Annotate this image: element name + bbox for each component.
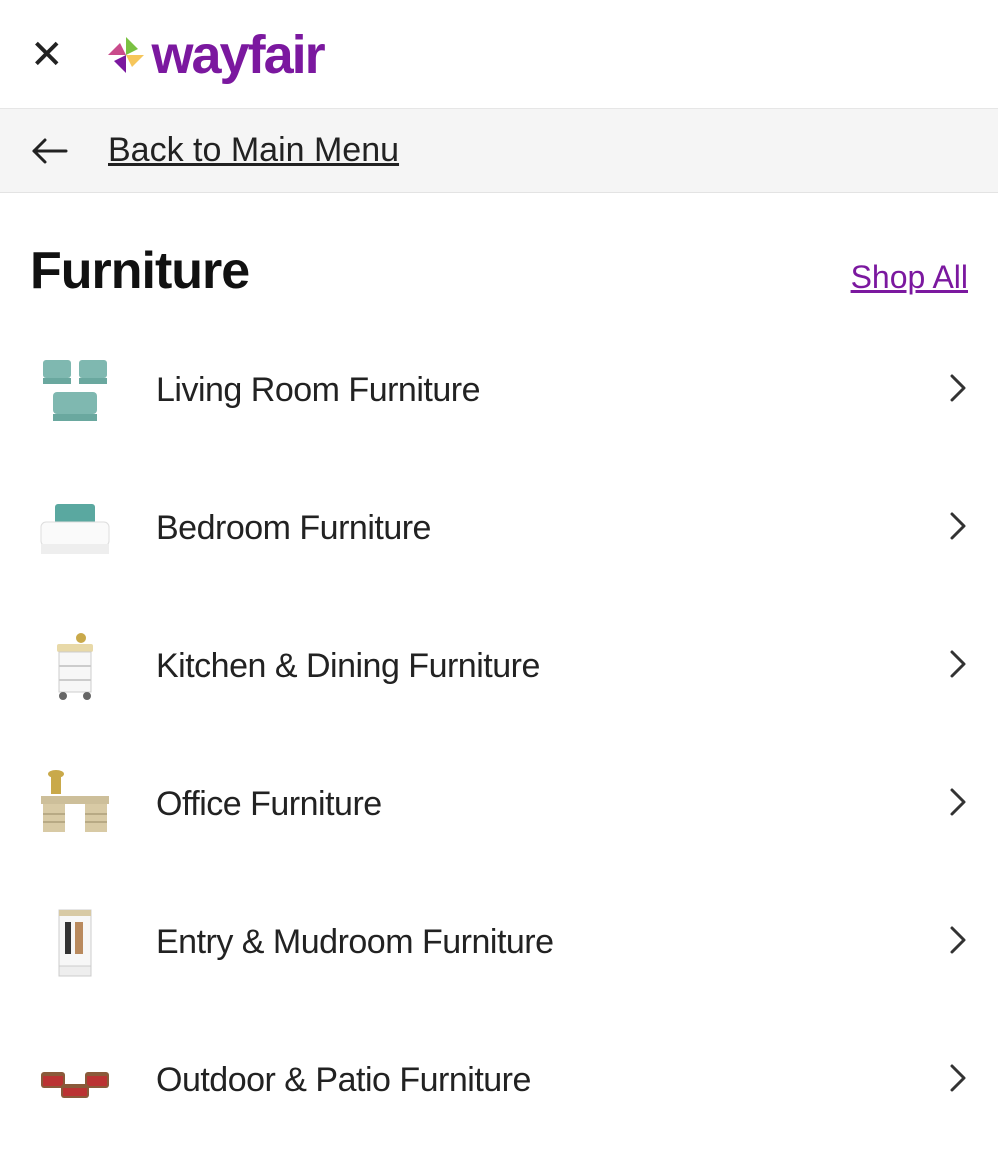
chevron-right-icon (948, 924, 968, 961)
brand-name: wayfair (152, 24, 324, 86)
category-office[interactable]: Office Furniture (30, 735, 968, 873)
category-list: Living Room Furniture Bedroom Furniture (0, 321, 998, 1149)
chevron-right-icon (948, 510, 968, 547)
chevron-right-icon (948, 372, 968, 409)
category-living-room[interactable]: Living Room Furniture (30, 321, 968, 459)
category-kitchen-dining[interactable]: Kitchen & Dining Furniture (30, 597, 968, 735)
title-row: Furniture Shop All (0, 193, 998, 321)
category-outdoor-patio[interactable]: Outdoor & Patio Furniture (30, 1011, 968, 1149)
category-label: Kitchen & Dining Furniture (156, 647, 936, 686)
patio-set-icon (30, 1035, 120, 1125)
back-label: Back to Main Menu (108, 131, 399, 170)
category-label: Bedroom Furniture (156, 509, 936, 548)
brand-pinwheel-icon (104, 33, 148, 77)
shop-all-link[interactable]: Shop All (851, 259, 968, 296)
bed-icon (30, 483, 120, 573)
chevron-right-icon (948, 1062, 968, 1099)
desk-icon (30, 759, 120, 849)
category-label: Living Room Furniture (156, 371, 936, 410)
arrow-left-icon (30, 136, 68, 166)
category-label: Outdoor & Patio Furniture (156, 1061, 936, 1100)
category-label: Office Furniture (156, 785, 936, 824)
hall-tree-icon (30, 897, 120, 987)
category-bedroom[interactable]: Bedroom Furniture (30, 459, 968, 597)
header: ✕ wayfair (0, 0, 998, 109)
kitchen-cart-icon (30, 621, 120, 711)
category-entry-mudroom[interactable]: Entry & Mudroom Furniture (30, 873, 968, 1011)
category-label: Entry & Mudroom Furniture (156, 923, 936, 962)
chevron-right-icon (948, 648, 968, 685)
back-to-main-menu[interactable]: Back to Main Menu (0, 109, 998, 193)
close-icon[interactable]: ✕ (30, 35, 64, 75)
chevron-right-icon (948, 786, 968, 823)
page-title: Furniture (30, 241, 249, 301)
sofa-chairs-icon (30, 345, 120, 435)
brand-logo[interactable]: wayfair (104, 24, 324, 86)
